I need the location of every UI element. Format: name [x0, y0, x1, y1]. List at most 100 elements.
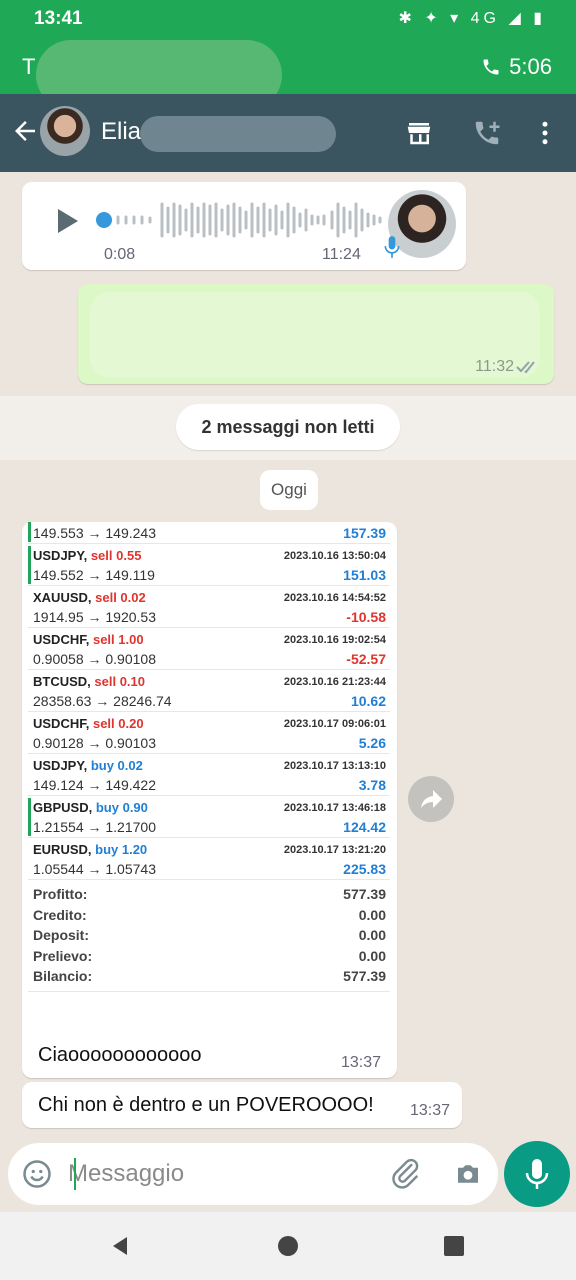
back-arrow-icon[interactable] [10, 116, 40, 146]
add-call-icon[interactable] [472, 118, 502, 148]
summary-value: 0.00 [358, 947, 386, 964]
trade-pnl: -10.58 [346, 609, 386, 625]
trade-symbol: USDJPY, buy 0.02 [33, 758, 143, 773]
trade-side: sell 0.10 [94, 674, 146, 689]
trade-pnl: -52.57 [346, 651, 386, 667]
voice-message: 0:08 11:24 [22, 182, 466, 270]
trade-report-table: 149.553 → 149.243 157.39 USDJPY, sell 0.55… [28, 522, 390, 992]
trade-prices: 1914.95 → 1920.53 [33, 609, 156, 625]
trade-prices: 0.90058 → 0.90108 [33, 651, 156, 667]
recents-nav-icon[interactable] [442, 1234, 466, 1258]
trade-symbol: GBPUSD, buy 0.90 [33, 800, 148, 815]
voice-duration: 0:08 [104, 246, 136, 263]
trade-datetime: 2023.10.16 14:54:52 [283, 592, 386, 604]
message-timestamp: 13:37 [409, 1102, 450, 1119]
summary-value: 577.39 [343, 886, 386, 902]
summary-row: Credito: 0.00 [28, 907, 390, 928]
trade-side: buy 1.20 [95, 842, 148, 857]
date-chip: Oggi [260, 470, 318, 510]
summary-value: 0.00 [358, 906, 386, 923]
summary-value: 577.39 [343, 968, 386, 984]
account-summary: Profitto: 577.39 Credito: 0.00 Deposit: 0.00 P… [28, 880, 390, 992]
call-timer-text: 5:06 [509, 54, 552, 79]
trade-row: USDJPY, buy 0.02 2023.10.17 13:13:10 149.1… [28, 754, 390, 796]
trade-pnl: 10.62 [350, 693, 386, 709]
trade-row: EURUSD, buy 1.20 2023.10.17 13:21:20 1.055… [28, 838, 390, 880]
summary-label: Credito: [33, 906, 87, 923]
message-text: Chi non è dentro e un POVEROOOO! [38, 1094, 374, 1116]
trade-row: USDJPY, sell 0.55 2023.10.16 13:50:04 149.… [28, 544, 390, 586]
trade-datetime: 2023.10.16 19:02:54 [283, 634, 386, 646]
chat-header: Elia [0, 94, 576, 172]
trade-side: sell 1.00 [92, 632, 144, 647]
play-icon[interactable] [50, 204, 82, 238]
trade-datetime: 2023.10.17 13:13:10 [283, 760, 386, 772]
trade-report-message[interactable]: 149.553 → 149.243 157.39 USDJPY, sell 0.55… [22, 522, 397, 1078]
more-options-icon[interactable] [530, 118, 560, 148]
back-nav-icon[interactable] [108, 1234, 132, 1258]
trade-symbol: XAUUSD, sell 0.02 [33, 590, 146, 605]
trade-side: buy 0.90 [95, 800, 148, 815]
emoji-icon[interactable] [22, 1159, 52, 1189]
trade-prices: 1.05544 → 1.05743 [33, 861, 156, 877]
message-input[interactable] [68, 1151, 368, 1197]
trade-prices: 0.90128 → 0.90103 [33, 735, 156, 751]
microphone-icon [525, 1159, 549, 1189]
trade-row: USDCHF, sell 1.00 2023.10.16 19:02:54 0.90… [28, 628, 390, 670]
camera-icon[interactable] [452, 1159, 484, 1189]
trade-symbol: USDJPY, sell 0.55 [33, 548, 142, 563]
ongoing-call-banner[interactable]: T 5:06 [0, 38, 576, 110]
forward-icon[interactable] [408, 776, 454, 822]
voice-timestamp: 11:24 [322, 246, 361, 263]
contact-avatar[interactable] [40, 106, 90, 156]
trade-pnl: 225.83 [343, 861, 386, 877]
trade-pnl: 3.78 [358, 777, 386, 793]
summary-label: Deposit: [33, 927, 89, 943]
trade-datetime: 2023.10.16 13:50:04 [283, 550, 386, 562]
summary-label: Bilancio: [33, 968, 93, 984]
summary-label: Prelievo: [33, 947, 93, 964]
trade-symbol: BTCUSD, sell 0.10 [33, 674, 146, 689]
microphone-icon [384, 236, 400, 258]
summary-row: Profitto: 577.39 [28, 886, 390, 907]
call-title: T [22, 54, 36, 79]
trade-symbol: USDCHF, sell 0.20 [33, 716, 144, 731]
message-timestamp: 13:37 [340, 1054, 381, 1071]
home-nav-icon[interactable] [276, 1234, 300, 1258]
trade-side: buy 0.02 [90, 758, 143, 773]
redacted-blur [90, 292, 540, 378]
text-cursor [74, 1158, 76, 1190]
trade-pnl: 124.42 [343, 819, 386, 835]
trade-side: sell 0.20 [92, 716, 144, 731]
trade-row: USDCHF, sell 0.20 2023.10.17 09:06:01 0.90… [28, 712, 390, 754]
redacted-blur [140, 116, 336, 152]
call-timer: 5:06 [481, 54, 552, 80]
unread-messages-banner: 2 messaggi non letti [176, 404, 400, 450]
incoming-message[interactable]: Chi non è dentro e un POVEROOOO! 13:37 [22, 1082, 462, 1128]
attachment-icon[interactable] [390, 1157, 422, 1189]
row-marker [28, 798, 31, 836]
read-receipt-icon [516, 361, 535, 374]
trade-symbol: EURUSD, buy 1.20 [33, 842, 148, 857]
summary-value: 0.00 [358, 927, 386, 943]
trade-prices: 149.553 → 149.243 [33, 525, 156, 541]
contact-name[interactable]: Elia [101, 118, 141, 146]
phone-icon [483, 59, 499, 75]
trade-datetime: 2023.10.17 09:06:01 [283, 718, 386, 730]
chat-area[interactable]: 0:08 11:24 11:32 2 messaggi non letti Og… [0, 172, 576, 1142]
store-icon[interactable] [404, 118, 434, 148]
trade-prices: 28358.63 → 28246.74 [33, 693, 172, 709]
message-text: Ciaoooooooooooo [38, 1044, 202, 1066]
summary-row: Prelievo: 0.00 [28, 948, 390, 969]
voice-record-button[interactable] [504, 1141, 570, 1207]
status-icons: ✱ ✦ ▾ 4G ◢ ▮ [398, 10, 546, 27]
outgoing-message[interactable]: 11:32 [78, 284, 554, 384]
audio-waveform[interactable] [96, 200, 386, 240]
trade-row: XAUUSD, sell 0.02 2023.10.16 14:54:52 1914… [28, 586, 390, 628]
trade-row: GBPUSD, buy 0.90 2023.10.17 13:46:18 1.215… [28, 796, 390, 838]
summary-row: Deposit: 0.00 [28, 927, 390, 948]
trade-datetime: 2023.10.17 13:46:18 [283, 802, 386, 814]
status-bar: 13:41 ✱ ✦ ▾ 4G ◢ ▮ [0, 0, 576, 38]
trade-side: sell 0.55 [90, 548, 142, 563]
trade-pnl: 5.26 [358, 735, 386, 751]
